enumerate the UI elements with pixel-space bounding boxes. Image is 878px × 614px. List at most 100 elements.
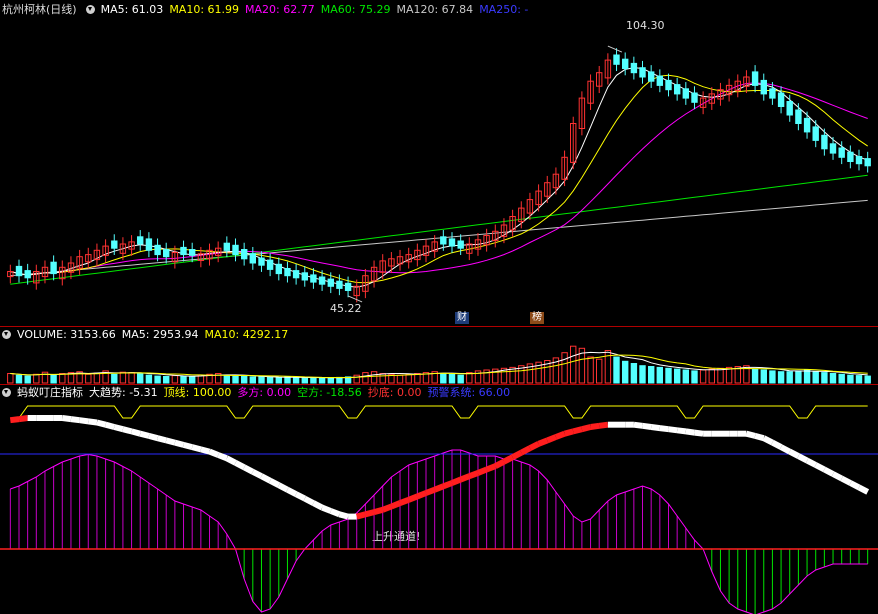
candle xyxy=(284,268,291,277)
trend-segment xyxy=(329,508,341,518)
candle xyxy=(258,257,265,266)
trend-segment xyxy=(797,453,809,464)
candle xyxy=(327,278,335,287)
volume-bar xyxy=(596,358,603,384)
volume-bar xyxy=(145,374,153,384)
trend-segment xyxy=(823,466,835,477)
candle xyxy=(301,272,309,281)
volume-bar xyxy=(223,374,231,384)
trend-segment xyxy=(242,464,255,475)
candle xyxy=(838,147,845,158)
candle xyxy=(448,238,456,247)
volume-bar xyxy=(189,376,196,384)
candle xyxy=(15,265,23,277)
volume-bar xyxy=(847,374,854,384)
volume-bar xyxy=(7,373,14,384)
candle xyxy=(803,117,811,133)
trend-segment xyxy=(286,487,298,497)
candle xyxy=(154,244,161,256)
candle xyxy=(137,236,144,245)
trend-segment xyxy=(260,473,272,484)
trend-segment xyxy=(442,480,454,490)
candle xyxy=(821,134,828,150)
volume-bar xyxy=(786,371,793,384)
volume-bar xyxy=(760,369,767,384)
trend-segment xyxy=(9,416,20,424)
volume-bar xyxy=(171,375,179,384)
volume-bar xyxy=(301,377,309,384)
candle xyxy=(241,249,248,260)
trend-segment xyxy=(433,483,445,493)
candle xyxy=(665,79,672,91)
top-line xyxy=(10,405,868,419)
candle xyxy=(145,238,153,251)
trend-segment xyxy=(208,448,220,458)
trend-segment xyxy=(537,437,549,447)
trend-segment xyxy=(745,430,756,439)
trend-segment xyxy=(122,426,133,435)
trend-segment xyxy=(398,496,410,506)
candle xyxy=(795,109,802,124)
indicator-hist-envelope xyxy=(10,449,868,614)
volume-bar xyxy=(864,375,871,384)
trend-segment xyxy=(572,426,583,435)
trend-segment xyxy=(762,435,774,446)
trend-segment xyxy=(225,455,237,466)
volume-bar xyxy=(803,369,811,384)
trend-segment xyxy=(79,417,89,425)
trend-segment xyxy=(459,473,471,483)
trend-segment xyxy=(840,475,852,486)
trend-segment xyxy=(694,429,704,437)
volume-bar xyxy=(59,373,66,384)
volume-bar xyxy=(613,356,620,384)
trend-segment xyxy=(771,439,783,450)
trend-segment xyxy=(450,476,462,486)
trend-segment xyxy=(294,491,307,502)
trend-segment xyxy=(96,419,107,428)
volume-bar xyxy=(93,372,101,384)
volume-bar xyxy=(561,352,568,384)
volume-bar xyxy=(812,371,819,384)
trend-segment xyxy=(70,416,80,424)
trend-segment xyxy=(407,493,419,503)
trend-segment xyxy=(642,422,652,430)
volume-bar xyxy=(327,377,335,384)
volume-bar xyxy=(630,363,638,384)
candle xyxy=(682,88,689,99)
high-marker xyxy=(607,45,623,53)
trend-segment xyxy=(104,421,116,430)
candle xyxy=(232,244,239,256)
volume-bar xyxy=(137,373,144,384)
trend-segment xyxy=(174,439,185,448)
trend-segment xyxy=(685,428,695,436)
candle xyxy=(674,84,681,95)
candle xyxy=(318,276,326,285)
volume-bar xyxy=(821,372,828,384)
trend-segment xyxy=(849,480,861,491)
volume-bar xyxy=(396,374,404,384)
candle xyxy=(855,156,863,165)
trend-segment xyxy=(191,444,202,453)
trend-segment xyxy=(390,500,402,510)
ma60-line xyxy=(10,174,868,285)
volume-bar xyxy=(405,373,412,384)
volume-bar xyxy=(232,375,239,384)
volume-bar xyxy=(249,376,257,384)
candle xyxy=(50,261,57,275)
volume-bar xyxy=(292,376,300,384)
volume-bar xyxy=(838,373,845,384)
volume-bar xyxy=(708,368,715,384)
volume-bar xyxy=(855,375,863,384)
volume-bar xyxy=(656,366,663,384)
volume-bar xyxy=(50,374,57,384)
candle xyxy=(336,280,343,289)
volume-bar xyxy=(717,367,724,384)
candle xyxy=(648,71,655,82)
volume-bar xyxy=(241,376,248,384)
trend-segment xyxy=(113,424,124,433)
trend-segment xyxy=(485,463,497,473)
volume-bar xyxy=(85,373,92,384)
trend-segment xyxy=(831,471,844,482)
trend-segment xyxy=(424,486,436,496)
volume-bar xyxy=(163,376,170,384)
